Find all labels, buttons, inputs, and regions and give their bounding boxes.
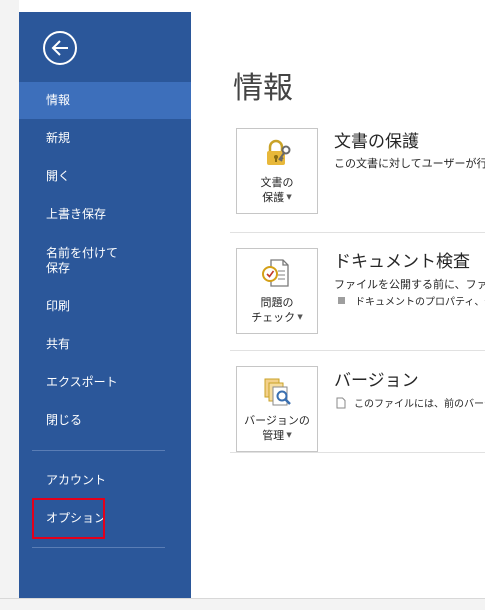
sidebar-item-new[interactable]: 新規 (19, 131, 191, 146)
back-button[interactable] (43, 31, 77, 65)
section-divider (230, 452, 485, 453)
sidebar-divider (32, 547, 165, 548)
manage-versions-button[interactable]: バージョンの 管理 ▼ (236, 366, 318, 452)
document-small-icon (336, 397, 346, 409)
section-title-protect: 文書の保護 (334, 132, 419, 152)
document-check-icon (262, 259, 289, 287)
options-highlight-box (32, 498, 105, 539)
sidebar-item-close[interactable]: 閉じる (19, 413, 191, 428)
version-manage-icon (264, 378, 291, 406)
sidebar-item-open[interactable]: 開く (19, 169, 191, 184)
backstage-sidebar: 情報 新規 開く 上書き保存 名前を付けて 保存 印刷 共有 エクスポート 閉じ… (19, 12, 191, 598)
check-issues-label: 問題の チェック ▼ (251, 296, 303, 324)
page-title: 情報 (233, 71, 293, 106)
window-edge-bottom (0, 598, 485, 610)
sidebar-item-save-as[interactable]: 名前を付けて 保存 (19, 246, 191, 276)
check-issues-button[interactable]: 問題の チェック ▼ (236, 248, 318, 334)
sidebar-item-save[interactable]: 上書き保存 (19, 207, 191, 222)
sidebar-item-share[interactable]: 共有 (19, 337, 191, 352)
section-title-inspect: ドキュメント検査 (334, 252, 470, 272)
section-desc-protect: この文書に対してユーザーが行え (334, 157, 485, 170)
bullet-square-icon (338, 297, 345, 304)
section-divider (230, 232, 485, 233)
manage-versions-label: バージョンの 管理 ▼ (244, 414, 310, 442)
section-divider (230, 350, 485, 351)
sidebar-item-account[interactable]: アカウント (19, 473, 191, 488)
dropdown-caret-icon: ▼ (295, 313, 303, 321)
sidebar-item-print[interactable]: 印刷 (19, 299, 191, 314)
window-edge-left (0, 0, 19, 610)
section-title-versions: バージョン (334, 371, 419, 391)
sidebar-divider (32, 450, 165, 451)
dropdown-caret-icon: ▼ (284, 193, 292, 201)
protect-document-label: 文書の 保護 ▼ (260, 176, 294, 204)
protect-document-button[interactable]: 文書の 保護 ▼ (236, 128, 318, 214)
lock-key-icon (267, 139, 291, 165)
sidebar-item-info[interactable]: 情報 (19, 82, 191, 119)
section-bullet-versions: このファイルには、前のバージョ (336, 397, 485, 412)
section-bullet-inspect: ドキュメントのプロパティ、作 (338, 296, 485, 310)
back-arrow-icon (51, 40, 68, 56)
sidebar-item-export[interactable]: エクスポート (19, 375, 191, 390)
section-desc-inspect: ファイルを公開する前に、ファイ (334, 278, 485, 291)
dropdown-caret-icon: ▼ (284, 431, 292, 439)
